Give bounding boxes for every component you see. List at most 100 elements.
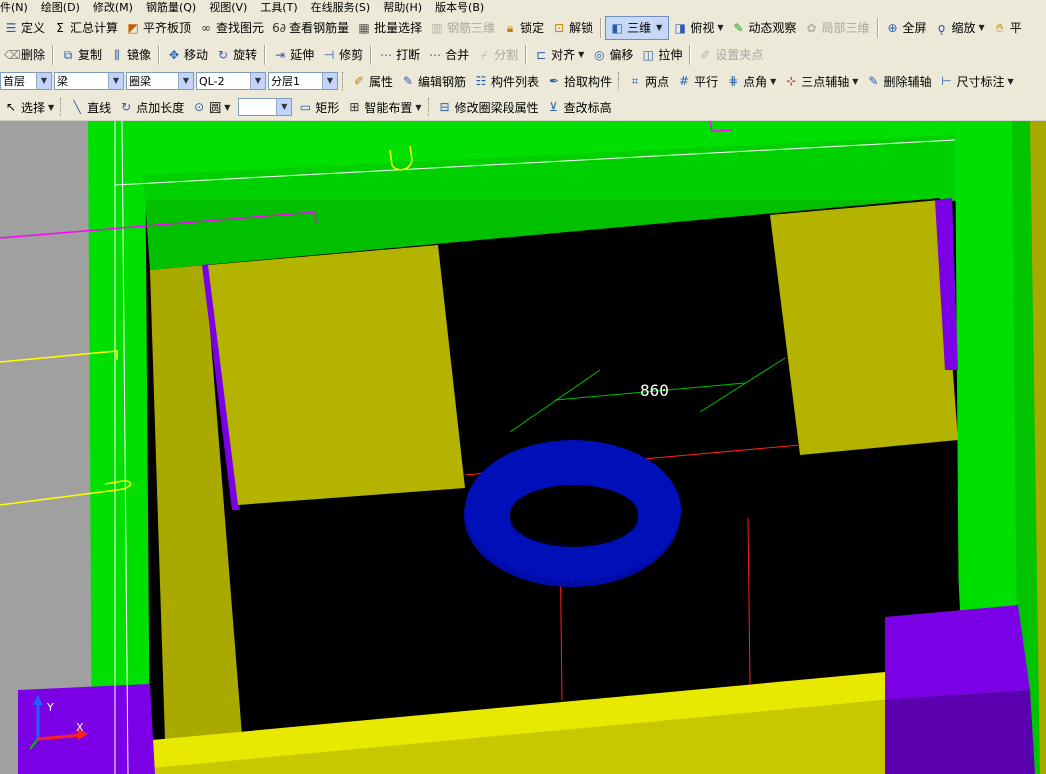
floor-select[interactable]: 首层 ▼ (0, 72, 52, 90)
summary-calc-button[interactable]: Σ 汇总计算 (49, 17, 122, 39)
parallel-button[interactable]: # 平行 (673, 70, 722, 92)
point-length-button[interactable]: ↻ 点加长度 (115, 96, 188, 118)
move-button[interactable]: ✥ 移动 (163, 44, 212, 66)
magnifier-plus-icon: ⊕ (887, 20, 898, 35)
component-select[interactable]: QL-2 ▼ (196, 72, 266, 90)
delete-axis-icon: ✎ (868, 74, 879, 88)
stretch-button[interactable]: ◫ 拉伸 (637, 44, 686, 66)
menu-online[interactable]: 在线服务(S) (311, 0, 371, 14)
chevron-down-icon[interactable]: ▼ (36, 73, 51, 89)
top-view-button[interactable]: ◨ 俯视 ▼ (669, 17, 727, 39)
toolbar-grip[interactable] (60, 98, 64, 116)
toolbar-grip[interactable] (618, 72, 622, 90)
merge-button[interactable]: ⋯ 合并 (424, 44, 473, 66)
trim-button[interactable]: ⊣ 修剪 (318, 44, 367, 66)
unlock-button[interactable]: ⊡ 解锁 (548, 17, 597, 39)
copy-button[interactable]: ⧉ 复制 (57, 44, 106, 66)
batch-select-button[interactable]: ▦ 批量选择 (353, 17, 426, 39)
properties-button[interactable]: ✐ 属性 (348, 70, 397, 92)
rectangle-button[interactable]: ▭ 矩形 (294, 96, 343, 118)
local-3d-button[interactable]: ✿ 局部三维 (801, 17, 874, 39)
menu-file[interactable]: 件(N) (0, 0, 28, 14)
two-points-button[interactable]: ⌗ 两点 (624, 70, 673, 92)
lock-button[interactable]: 🔒︎ 锁定 (499, 17, 548, 39)
find-element-button[interactable]: ∞ 查找图元 (195, 17, 268, 39)
chevron-down-icon[interactable]: ▼ (322, 73, 337, 89)
delete-axis-button[interactable]: ✎ 删除辅轴 (862, 70, 935, 92)
view-3d-button[interactable]: ◧ 三维 ▼ (605, 15, 670, 40)
dimension-button[interactable]: ⊢ 尺寸标注 ▼ (935, 70, 1017, 92)
delete-button[interactable]: ⌫ 删除 (0, 44, 49, 66)
point-angle-button[interactable]: ⋕ 点角 ▼ (722, 70, 780, 92)
orbit-icon: ✎ (733, 20, 744, 35)
menu-version[interactable]: 版本号(B) (435, 0, 484, 14)
chevron-down-icon[interactable]: ▼ (852, 77, 858, 86)
menu-bar: 件(N) 绘图(D) 修改(M) 钢筋量(Q) 视图(V) 工具(T) 在线服务… (0, 0, 1046, 14)
component-list-button[interactable]: ☷ 构件列表 (470, 70, 543, 92)
align-slab-top-button[interactable]: ◩ 平齐板顶 (122, 17, 195, 39)
set-grip-button[interactable]: ✐ 设置夹点 (694, 44, 767, 66)
pan-button[interactable]: ✋︎ 平 (989, 17, 1026, 39)
rebar-3d-button[interactable]: ▥ 钢筋三维 (426, 17, 499, 39)
menu-draw[interactable]: 绘图(D) (41, 0, 80, 14)
yellow-panel-right (770, 200, 958, 455)
edit-rebar-button[interactable]: ✎ 编辑钢筋 (397, 70, 470, 92)
three-point-axis-button[interactable]: ⊹ 三点辅轴 ▼ (780, 70, 862, 92)
check-elevation-button[interactable]: ⊻ 查改标高 (543, 96, 616, 118)
chevron-down-icon[interactable]: ▼ (415, 103, 421, 112)
menu-help[interactable]: 帮助(H) (383, 0, 422, 14)
chevron-down-icon[interactable]: ▼ (48, 103, 54, 112)
edit-toolbar: ⌫ 删除 ⧉ 复制 ⫼ 镜像 ✥ 移动 ↻ 旋转 ⇥ 延伸 ⊣ 修剪 ⋯ 打断 ⋯ 合并 ⌿ 分割 … (0, 41, 1046, 69)
component-toolbar: 首层 ▼ 梁 ▼ 圈梁 ▼ QL-2 ▼ 分层1 ▼ ✐ 属性 ✎ 编辑钢筋 ☷ 构件列表 ✒ 拾… (0, 68, 1046, 95)
parallel-icon: # (679, 74, 690, 88)
toolbar-grip[interactable] (427, 98, 432, 116)
modify-ring-beam-button[interactable]: ⊟ 修改圈梁段属性 (434, 96, 543, 118)
layer-select[interactable]: 分层1 ▼ (268, 72, 338, 90)
eraser-icon: ⌫ (4, 47, 21, 62)
menu-rebar-qty[interactable]: 钢筋量(Q) (146, 0, 196, 14)
properties-icon: ✐ (353, 74, 365, 88)
chevron-down-icon[interactable]: ▼ (108, 73, 123, 89)
chevron-down-icon[interactable]: ▼ (178, 73, 193, 89)
menu-view[interactable]: 视图(V) (209, 0, 247, 14)
view-rebar-qty-button[interactable]: 6∂ 查看钢筋量 (268, 17, 353, 39)
cube-3d-icon: ◧ (611, 20, 623, 35)
select-button[interactable]: ↖ 选择 ▼ (0, 96, 58, 118)
3d-viewport[interactable]: 860 Y X (0, 121, 1046, 774)
align-button[interactable]: ⊏ 对齐 ▼ (530, 44, 588, 66)
extend-button[interactable]: ⇥ 延伸 (269, 44, 318, 66)
batch-select-icon: ▦ (358, 20, 370, 35)
chevron-down-icon[interactable]: ▼ (1007, 77, 1013, 86)
chevron-down-icon[interactable]: ▼ (578, 50, 584, 59)
chevron-down-icon[interactable]: ▼ (276, 99, 292, 115)
line-button[interactable]: ╲ 直线 (66, 96, 115, 118)
circle-button[interactable]: ⊙ 圆 ▼ (188, 96, 234, 118)
rotate-button[interactable]: ↻ 旋转 (212, 44, 261, 66)
smart-layout-button[interactable]: ⊞ 智能布置 ▼ (343, 96, 425, 118)
menu-modify[interactable]: 修改(M) (93, 0, 133, 14)
modify-beam-icon: ⊟ (439, 100, 450, 114)
align-icon: ⊏ (536, 47, 547, 62)
define-button[interactable]: ☰ 定义 (0, 17, 49, 39)
binoculars-icon: ∞ (201, 20, 212, 35)
circle-value-select[interactable]: ▼ (238, 98, 293, 116)
chevron-down-icon[interactable]: ▼ (654, 23, 665, 32)
chevron-down-icon[interactable]: ▼ (250, 73, 265, 89)
pick-component-button[interactable]: ✒ 拾取构件 (543, 70, 616, 92)
category-select[interactable]: 梁 ▼ (54, 72, 124, 90)
dynamic-observe-button[interactable]: ✎ 动态观察 (727, 17, 800, 39)
offset-button[interactable]: ◎ 偏移 (588, 44, 637, 66)
toolbar-grip[interactable] (342, 72, 346, 90)
chevron-down-icon[interactable]: ▼ (224, 103, 230, 112)
zoom-button[interactable]: ǫ 缩放 ▼ (931, 17, 989, 39)
axis-y-label: Y (47, 701, 54, 714)
chevron-down-icon[interactable]: ▼ (770, 77, 776, 86)
type-select[interactable]: 圈梁 ▼ (126, 72, 194, 90)
break-button[interactable]: ⋯ 打断 (375, 44, 424, 66)
split-button[interactable]: ⌿ 分割 (473, 44, 522, 66)
chevron-down-icon[interactable]: ▼ (717, 23, 723, 32)
menu-tools[interactable]: 工具(T) (260, 0, 297, 14)
chevron-down-icon[interactable]: ▼ (979, 23, 985, 32)
mirror-button[interactable]: ⫼ 镜像 (106, 44, 155, 66)
fullscreen-button[interactable]: ⊕ 全屏 (882, 17, 931, 39)
